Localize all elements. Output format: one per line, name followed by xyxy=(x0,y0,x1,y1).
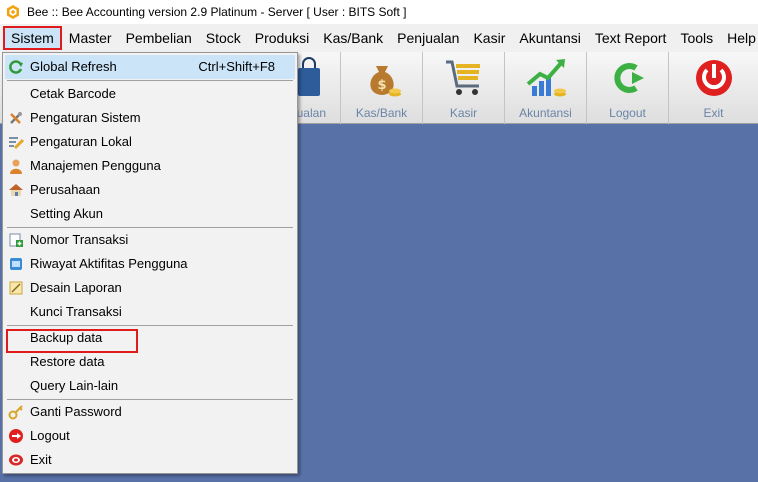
menu-item-global-refresh[interactable]: Global Refresh Ctrl+Shift+F8 xyxy=(5,55,295,79)
menu-item-perusahaan[interactable]: Perusahaan xyxy=(5,178,295,202)
history-icon xyxy=(10,258,22,270)
menu-item-desain-laporan[interactable]: Desain Laporan xyxy=(5,276,295,300)
menu-kas-bank[interactable]: Kas/Bank xyxy=(316,26,390,50)
menu-item-label: Setting Akun xyxy=(30,206,103,221)
report-design-icon xyxy=(9,281,23,295)
menu-item-manajemen-pengguna[interactable]: Manajemen Pengguna xyxy=(5,154,295,178)
menu-item-label: Perusahaan xyxy=(30,182,101,197)
menu-item-cetak-barcode[interactable]: Cetak Barcode xyxy=(5,82,295,106)
toolbar-akuntansi-button[interactable]: Akuntansi xyxy=(504,52,586,124)
menu-bar: Sistem Master Pembelian Stock Produksi K… xyxy=(0,24,758,52)
menu-item-label: Pengaturan Lokal xyxy=(30,134,132,149)
menu-item-logout[interactable]: Logout xyxy=(5,424,295,448)
sistem-dropdown-menu: Global Refresh Ctrl+Shift+F8 Cetak Barco… xyxy=(2,52,298,474)
toolbar-kas-bank-label: Kas/Bank xyxy=(355,106,408,120)
toolbar-kasir-button[interactable]: Kasir xyxy=(422,52,504,124)
menu-item-label: Logout xyxy=(30,428,70,443)
bee-logo-icon xyxy=(7,5,19,19)
menu-text-report[interactable]: Text Report xyxy=(588,26,674,50)
menu-item-nomor-transaksi[interactable]: Nomor Transaksi xyxy=(5,228,295,252)
menu-item-ganti-password[interactable]: Ganti Password xyxy=(5,400,295,424)
menu-item-label: Query Lain-lain xyxy=(30,378,119,393)
menu-item-shortcut: Ctrl+Shift+F8 xyxy=(198,59,275,74)
edit-pencil-icon xyxy=(9,137,24,150)
house-icon xyxy=(9,184,23,196)
menu-master[interactable]: Master xyxy=(62,26,119,50)
menu-pembelian[interactable]: Pembelian xyxy=(119,26,199,50)
menu-item-label: Manajemen Pengguna xyxy=(30,158,161,173)
menu-item-label: Exit xyxy=(30,452,52,467)
logout-arrow-icon xyxy=(613,63,644,93)
menu-item-label: Kunci Transaksi xyxy=(30,304,122,319)
window-title: Bee :: Bee Accounting version 2.9 Platin… xyxy=(27,5,407,19)
toolbar-logout-label: Logout xyxy=(609,106,646,120)
refresh-icon xyxy=(9,60,23,74)
logout-icon xyxy=(9,429,23,443)
menu-item-restore-data[interactable]: Restore data xyxy=(5,350,295,374)
menu-item-label: Global Refresh xyxy=(30,59,117,74)
menu-akuntansi[interactable]: Akuntansi xyxy=(512,26,587,50)
svg-text:$: $ xyxy=(377,78,386,93)
menu-separator xyxy=(7,80,293,81)
cart-icon xyxy=(445,60,480,95)
toolbar-logout-button[interactable]: Logout xyxy=(586,52,668,124)
tools-icon xyxy=(10,112,22,124)
menu-item-kunci-transaksi[interactable]: Kunci Transaksi xyxy=(5,300,295,324)
menu-item-setting-akun[interactable]: Setting Akun xyxy=(5,202,295,226)
toolbar-kasir-label: Kasir xyxy=(449,106,478,120)
menu-item-pengaturan-lokal[interactable]: Pengaturan Lokal xyxy=(5,130,295,154)
key-icon xyxy=(8,405,23,420)
menu-item-label: Desain Laporan xyxy=(30,280,122,295)
menu-tools[interactable]: Tools xyxy=(673,26,720,50)
power-icon xyxy=(695,60,732,96)
menu-help[interactable]: Help xyxy=(720,26,758,50)
menu-item-label: Nomor Transaksi xyxy=(30,232,129,247)
toolbar-exit-button[interactable]: Exit xyxy=(668,52,758,124)
menu-item-label: Cetak Barcode xyxy=(30,86,116,101)
user-icon xyxy=(10,159,22,174)
menu-item-label: Riwayat Aktifitas Pengguna xyxy=(30,256,188,271)
toolbar-exit-label: Exit xyxy=(703,106,724,120)
menu-sistem[interactable]: Sistem xyxy=(3,26,62,50)
toolbar-akuntansi-label: Akuntansi xyxy=(519,106,572,120)
menu-stock[interactable]: Stock xyxy=(199,26,248,50)
desain-laporan-highlight-box xyxy=(6,329,138,353)
growth-chart-icon xyxy=(526,59,566,97)
menu-item-riwayat-aktifitas-pengguna[interactable]: Riwayat Aktifitas Pengguna xyxy=(5,252,295,276)
menu-item-label: Ganti Password xyxy=(30,404,122,419)
menu-item-exit[interactable]: Exit xyxy=(5,448,295,472)
money-bag-icon: $ xyxy=(369,66,401,97)
toolbar-kas-bank-button[interactable]: $ Kas/Bank xyxy=(340,52,422,124)
title-bar: Bee :: Bee Accounting version 2.9 Platin… xyxy=(0,0,758,24)
menu-item-label: Pengaturan Sistem xyxy=(30,110,141,125)
menu-produksi[interactable]: Produksi xyxy=(248,26,316,50)
menu-item-pengaturan-sistem[interactable]: Pengaturan Sistem xyxy=(5,106,295,130)
menu-penjualan[interactable]: Penjualan xyxy=(390,26,466,50)
exit-icon xyxy=(9,454,23,466)
menu-kasir[interactable]: Kasir xyxy=(466,26,512,50)
add-document-icon xyxy=(9,233,23,247)
menu-item-query-lain-lain[interactable]: Query Lain-lain xyxy=(5,374,295,398)
menu-item-label: Restore data xyxy=(30,354,105,369)
